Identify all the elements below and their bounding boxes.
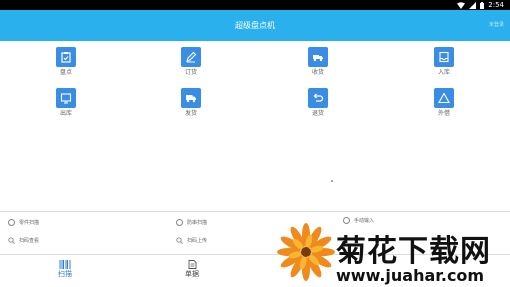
- radio-icon: [176, 219, 183, 226]
- status-icons: 2:54: [457, 0, 504, 10]
- menu-item-lend[interactable]: 外借: [419, 88, 469, 128]
- pencil-icon: [181, 47, 201, 67]
- menu-item-stocktake[interactable]: 盘点: [41, 47, 91, 87]
- menu-label: 订货: [184, 69, 197, 76]
- option-label: 防串扫描: [187, 220, 208, 226]
- delivery-truck-icon: [181, 88, 201, 108]
- battery-icon: [480, 1, 485, 9]
- clipboard-icon: [56, 47, 76, 67]
- option-label: 扫码上传: [187, 238, 208, 244]
- watermark-url: www.juahar.com: [336, 266, 485, 285]
- option-label: 零件扫描: [19, 220, 40, 226]
- login-status-button[interactable]: 未登录: [489, 10, 504, 41]
- menu-item-inbound[interactable]: 入库: [419, 47, 469, 87]
- option-anti-duplicate-scan[interactable]: 防串扫描: [176, 219, 207, 226]
- watermark-brand: 菊花下载网: [336, 234, 491, 269]
- menu-label: 发货: [184, 110, 197, 117]
- status-time: 2:54: [488, 1, 504, 9]
- menu-item-return[interactable]: 退货: [293, 88, 343, 128]
- tab-scan[interactable]: 扫描: [30, 255, 100, 287]
- triangle-icon: [434, 88, 454, 108]
- menu-item-receive[interactable]: 收货: [293, 47, 343, 87]
- truck-icon: [308, 47, 328, 67]
- menu-label: 退货: [311, 110, 324, 117]
- signal-icon: [469, 1, 477, 9]
- barcode-icon: [59, 260, 71, 269]
- app-header: 超级盘点机 未登录: [0, 10, 510, 41]
- chrysanthemum-logo-icon: [277, 223, 335, 281]
- search-icon: [8, 237, 15, 244]
- menu-item-outbound[interactable]: 出库: [41, 88, 91, 128]
- option-label: 扫码查看: [19, 238, 40, 244]
- search-icon: [176, 237, 183, 244]
- menu-item-order[interactable]: 订货: [166, 47, 216, 87]
- wifi-icon: [457, 1, 466, 9]
- loading-indicator: [331, 180, 333, 182]
- menu-label: 盘点: [59, 69, 72, 76]
- document-icon: [188, 260, 196, 269]
- tab-label: 扫描: [58, 270, 72, 278]
- inbox-icon: [434, 47, 454, 67]
- option-scan-upload[interactable]: 扫码上传: [176, 237, 207, 244]
- return-icon: [308, 88, 328, 108]
- menu-label: 出库: [59, 110, 72, 117]
- app-title: 超级盘点机: [235, 21, 275, 30]
- tab-documents[interactable]: 单据: [157, 255, 227, 287]
- outbox-icon: [56, 88, 76, 108]
- watermark: 菊花下载网 www.juahar.com: [276, 222, 510, 286]
- option-part-scan[interactable]: 零件扫描: [8, 219, 39, 226]
- menu-label: 外借: [437, 110, 450, 117]
- status-bar: 2:54: [0, 0, 510, 10]
- menu-label: 入库: [437, 69, 450, 76]
- menu-item-ship[interactable]: 发货: [166, 88, 216, 128]
- menu-label: 收货: [311, 69, 324, 76]
- tab-label: 单据: [185, 270, 199, 278]
- radio-icon: [8, 219, 15, 226]
- option-scan-view[interactable]: 扫码查看: [8, 237, 39, 244]
